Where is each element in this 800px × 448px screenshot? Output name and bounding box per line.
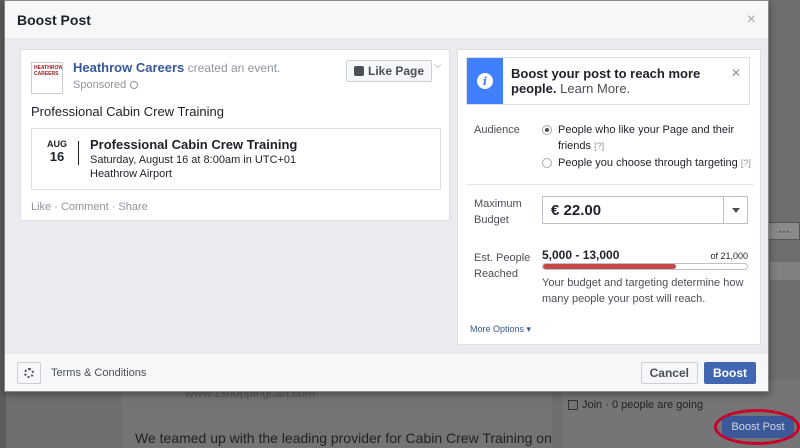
footer-actions: Cancel Boost (640, 361, 756, 384)
background-side-block (770, 262, 800, 280)
dialog-footer: Terms & Conditions Cancel Boost (5, 353, 768, 391)
budget-value: € 22.00 (551, 202, 602, 219)
sponsored-label: Sponsored (73, 79, 139, 91)
divider (466, 184, 754, 185)
date-separator (78, 141, 79, 165)
dialog-header: Boost Post × (5, 1, 768, 39)
terms-link[interactable]: Terms & Conditions (51, 367, 146, 379)
event-date: AUG 16 (44, 139, 70, 164)
reach-progress-fill (543, 264, 676, 269)
post-actions[interactable]: Like · Comment · Share (31, 201, 148, 213)
more-options-link[interactable]: More Options ▾ (470, 324, 531, 335)
more-dots-button[interactable]: ··· (768, 222, 800, 240)
globe-icon (130, 81, 139, 89)
audience-label: Audience (474, 124, 520, 136)
chevron-down-icon[interactable]: ⌵ (434, 60, 442, 71)
info-text: Boost your post to reach more people. Le… (511, 66, 721, 96)
page-logo: HEATHROW CAREERS (31, 62, 63, 94)
gear-icon (24, 367, 34, 378)
caret-down-icon[interactable] (723, 197, 747, 223)
boost-button[interactable]: Boost (704, 361, 756, 384)
audience-radio-fans[interactable] (542, 125, 552, 135)
reach-help-text: Your budget and targeting determine how … (542, 277, 744, 305)
post-text: Professional Cabin Crew Training (31, 104, 224, 119)
budget-dropdown[interactable]: € 22.00 (542, 196, 748, 224)
event-month: AUG (47, 139, 67, 149)
info-icon: i (467, 58, 503, 104)
cancel-button[interactable]: Cancel (640, 361, 698, 384)
audience-option-targeting[interactable]: People you choose through targeting [?] (558, 155, 754, 171)
like-page-button[interactable]: Like Page (346, 60, 433, 82)
calendar-icon (568, 400, 578, 410)
reach-label: Est. People Reached (474, 250, 530, 282)
boost-settings-panel: i Boost your post to reach more people. … (457, 49, 761, 345)
post-action-text: created an event. (187, 61, 281, 75)
event-title[interactable]: Professional Cabin Crew Training (90, 137, 297, 152)
page-name-link[interactable]: Heathrow Careers (73, 60, 184, 75)
background-teaser: We teamed up with the leading provider f… (135, 430, 552, 446)
reach-label-line1: Est. People (474, 252, 531, 264)
reach-progress-bar (542, 263, 748, 270)
event-card[interactable]: AUG 16 Professional Cabin Crew Training … (31, 128, 441, 190)
sponsored-text: Sponsored (73, 79, 127, 91)
thumbs-up-icon (354, 66, 364, 76)
post-preview: HEATHROW CAREERS Heathrow Careers create… (20, 49, 450, 221)
learn-more-link[interactable]: Learn More. (560, 81, 630, 96)
dialog-title: Boost Post (17, 11, 91, 28)
audience-option-fans[interactable]: People who like your Page and their frie… (558, 122, 754, 154)
like-page-label: Like Page (368, 64, 425, 78)
close-icon[interactable]: ✕ (731, 66, 741, 80)
help-icon[interactable]: [?] (741, 158, 751, 168)
event-time: Saturday, August 16 at 8:00am in UTC+01 (90, 154, 297, 166)
info-banner: i Boost your post to reach more people. … (466, 57, 750, 105)
highlight-circle (714, 409, 800, 445)
post-header: Heathrow Careers created an event. (73, 60, 280, 75)
close-icon[interactable]: × (747, 11, 756, 29)
event-day: 16 (49, 149, 65, 164)
dialog-body: HEATHROW CAREERS Heathrow Careers create… (5, 39, 768, 355)
boost-post-dialog: Boost Post × HEATHROW CAREERS Heathrow C… (4, 0, 769, 392)
background-join: Join · 0 people are going (568, 399, 703, 411)
reach-label-line2: Reached (474, 268, 519, 280)
reach-total: of 21,000 (710, 251, 748, 261)
budget-label: Maximum Budget (474, 196, 522, 228)
background-join-text: Join · 0 people are going (582, 399, 704, 411)
budget-label-line2: Budget (474, 214, 509, 226)
settings-button[interactable] (17, 361, 41, 384)
help-icon[interactable]: [?] (594, 141, 604, 151)
event-location: Heathrow Airport (90, 168, 172, 180)
reach-range: 5,000 - 13,000 (542, 248, 620, 262)
budget-label-line1: Maximum (474, 198, 522, 210)
audience-option-fans-label: People who like your Page and their frie… (558, 124, 735, 152)
audience-option-targeting-label: People you choose through targeting (558, 157, 738, 169)
audience-radio-targeting[interactable] (542, 158, 552, 168)
